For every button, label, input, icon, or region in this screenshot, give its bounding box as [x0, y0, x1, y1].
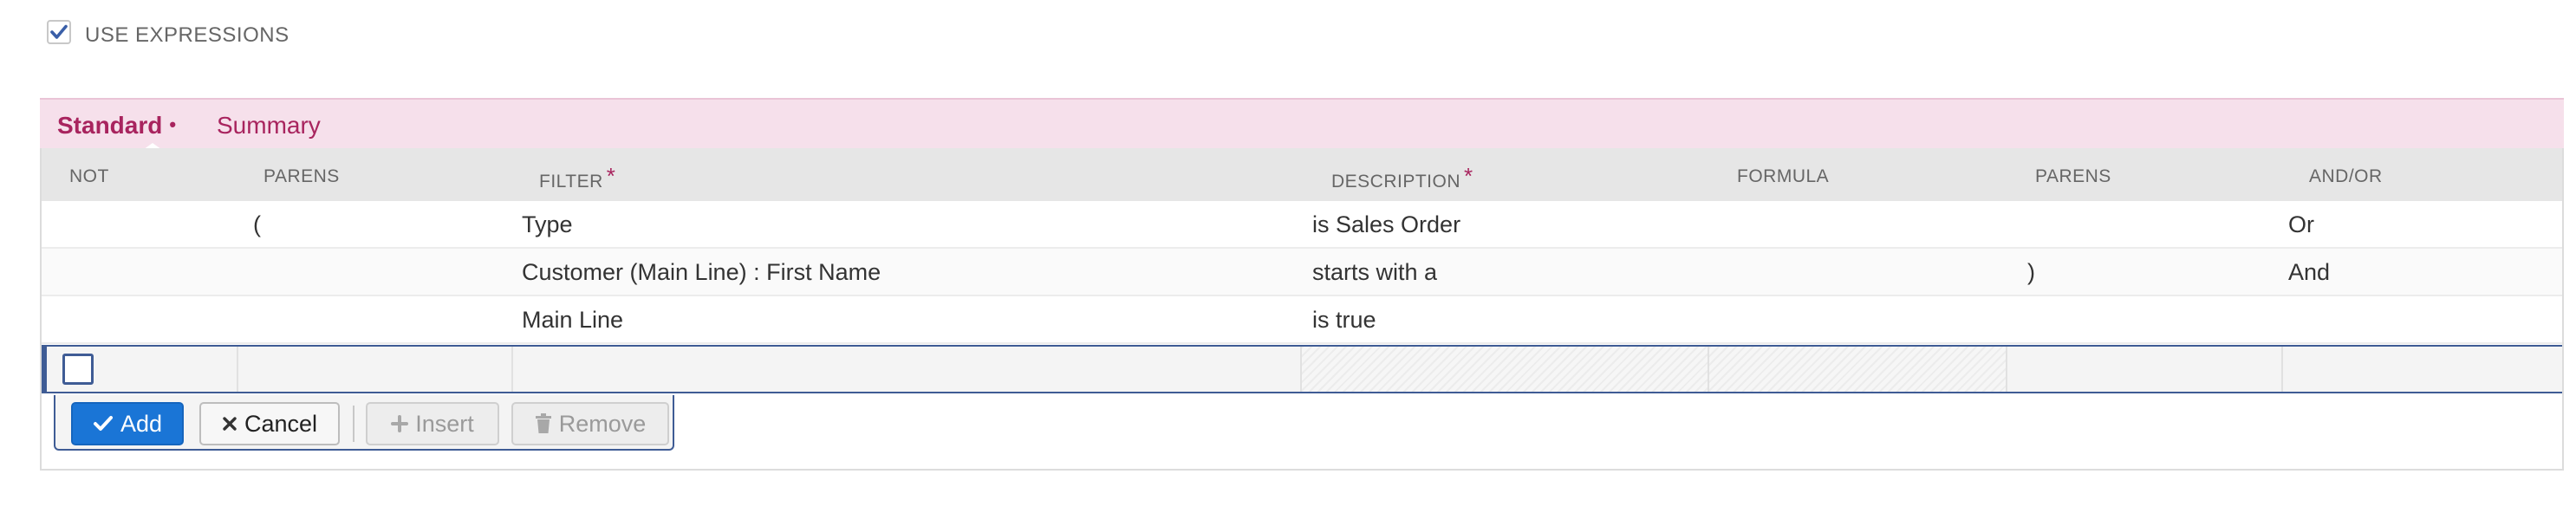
remove-button[interactable]: Remove	[511, 402, 669, 445]
button-separator	[353, 406, 355, 442]
table-row[interactable]: Main Line is true	[42, 296, 2562, 344]
row-action-bar: Add Cancel Insert Remove	[54, 395, 674, 451]
required-marker: *	[606, 163, 616, 189]
tab-standard-label: Standard	[57, 112, 163, 139]
tab-bar: Standard • Summary	[40, 98, 2564, 152]
cell-open-parens: (	[253, 211, 261, 237]
tab-summary-label: Summary	[217, 112, 321, 139]
table-header: NOT PARENS FILTER * DESCRIPTION * FORMULA …	[42, 148, 2562, 201]
add-button-label: Add	[120, 410, 163, 437]
check-icon	[50, 24, 68, 39]
check-icon	[93, 415, 114, 432]
table-row[interactable]: Customer (Main Line) : First Name starts…	[42, 249, 2562, 296]
trash-icon	[535, 413, 552, 434]
cell-filter: Customer (Main Line) : First Name	[522, 259, 881, 285]
cell-filter: Type	[522, 211, 573, 237]
edit-cell-description-disabled	[1302, 347, 1709, 392]
column-header-filter: FILTER *	[539, 163, 616, 192]
use-expressions-checkbox[interactable]	[47, 20, 71, 44]
cell-close-parens: )	[2027, 259, 2035, 285]
use-expressions-label: USE EXPRESSIONS	[85, 23, 289, 47]
column-header-not: NOT	[69, 166, 109, 186]
column-header-close-parens: PARENS	[2035, 166, 2111, 186]
plus-icon	[391, 415, 409, 432]
insert-button[interactable]: Insert	[366, 402, 499, 445]
tab-standard[interactable]: Standard •	[57, 112, 176, 140]
table-row[interactable]: ( Type is Sales Order Or	[42, 201, 2562, 249]
cancel-button[interactable]: Cancel	[199, 402, 340, 445]
new-criteria-edit-row[interactable]	[42, 345, 2562, 393]
column-header-formula: FORMULA	[1737, 166, 1830, 186]
column-header-and-or: AND/OR	[2309, 166, 2383, 186]
insert-button-label: Insert	[415, 410, 474, 437]
cell-description: is true	[1312, 307, 1376, 333]
criteria-table: NOT PARENS FILTER * DESCRIPTION * FORMULA …	[40, 148, 2564, 471]
edit-cell-formula-disabled	[1709, 347, 2007, 392]
x-icon	[222, 416, 237, 432]
column-header-parens: PARENS	[263, 166, 340, 186]
edit-cell-close-parens[interactable]	[2007, 347, 2283, 392]
column-header-description: DESCRIPTION *	[1331, 163, 1473, 192]
use-expressions-toggle[interactable]: USE EXPRESSIONS	[47, 17, 289, 47]
cancel-button-label: Cancel	[244, 410, 318, 437]
not-checkbox[interactable]	[62, 354, 94, 385]
tab-active-marker: •	[169, 114, 177, 135]
edit-cell-not[interactable]	[47, 347, 238, 392]
required-marker: *	[1464, 163, 1473, 189]
cell-filter: Main Line	[522, 307, 624, 333]
cell-and-or: And	[2288, 259, 2331, 285]
cell-and-or: Or	[2288, 211, 2314, 237]
cell-description: is Sales Order	[1312, 211, 1461, 237]
remove-button-label: Remove	[558, 410, 647, 437]
add-button[interactable]: Add	[71, 402, 184, 445]
edit-cell-and-or[interactable]	[2283, 347, 2566, 392]
edit-cell-open-parens[interactable]	[238, 347, 513, 392]
edit-cell-filter[interactable]	[513, 347, 1302, 392]
cell-description: starts with a	[1312, 259, 1438, 285]
tab-summary[interactable]: Summary	[217, 112, 321, 140]
